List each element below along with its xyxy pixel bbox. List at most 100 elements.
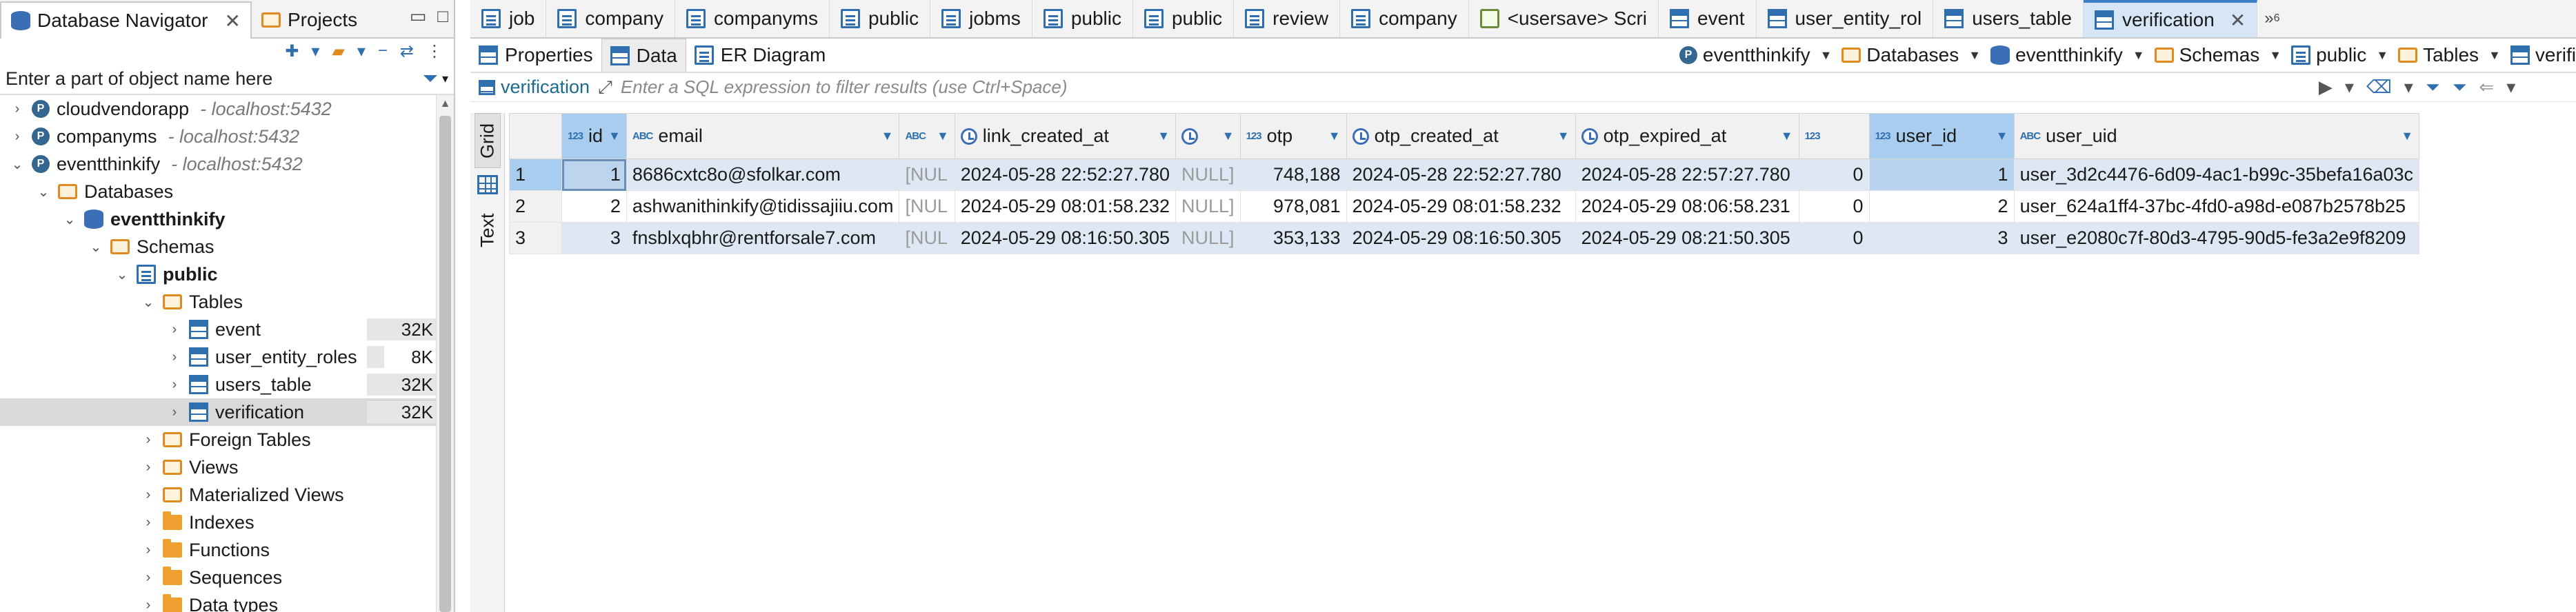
context-item-eventthinkify[interactable]: eventthinkify xyxy=(1990,44,2123,66)
editor-tab-public[interactable]: public xyxy=(830,0,931,37)
sort-dropdown-icon[interactable]: ▼ xyxy=(1557,129,1570,143)
chevron-down-icon[interactable]: ⌄ xyxy=(10,156,25,173)
editor-tab-review[interactable]: review xyxy=(1234,0,1341,37)
table-cell[interactable]: 1 xyxy=(1868,159,2015,191)
tree-node-views[interactable]: › Views xyxy=(0,453,436,481)
editor-tab-jobms[interactable]: jobms xyxy=(930,0,1032,37)
chevron-down-icon[interactable]: ⌄ xyxy=(141,294,156,311)
column-header-otp_expired_at[interactable]: otp_expired_at ▼ xyxy=(1575,113,1799,159)
close-icon[interactable]: ✕ xyxy=(224,10,240,32)
tree-node-eventthinkify[interactable]: ⌄ eventthinkify xyxy=(0,205,436,233)
editor-tab-public[interactable]: public xyxy=(1133,0,1235,37)
editor-tab-company[interactable]: company xyxy=(546,0,675,37)
chevron-right-icon[interactable]: › xyxy=(141,598,156,612)
tree-node-users-table[interactable]: › users_table 32K xyxy=(0,371,436,398)
sort-dropdown-icon[interactable]: ▼ xyxy=(1328,129,1341,143)
tab-data[interactable]: Data xyxy=(601,39,686,72)
table-cell[interactable]: 8686cxtc8o@sfolkar.com xyxy=(626,159,900,191)
table-cell[interactable]: 2024-05-28 22:52:27.780 xyxy=(1346,159,1576,191)
sort-dropdown-icon[interactable]: ▼ xyxy=(2401,129,2413,143)
chevron-right-icon[interactable]: › xyxy=(167,377,182,393)
chevron-down-icon[interactable]: ⌄ xyxy=(88,238,103,256)
dropdown-arrow-icon[interactable]: ▾ xyxy=(357,41,366,61)
table-cell[interactable]: 2 xyxy=(1868,190,2015,223)
column-header-otp_created_at[interactable]: otp_created_at ▼ xyxy=(1346,113,1576,159)
sort-dropdown-icon[interactable]: ▼ xyxy=(1781,129,1793,143)
editor-tab-user-entity-rol[interactable]: user_entity_rol xyxy=(1757,0,1934,37)
chevron-right-icon[interactable]: › xyxy=(167,405,182,420)
editor-tab-verification[interactable]: verification ✕ xyxy=(2083,0,2258,37)
table-cell[interactable]: 353,133 xyxy=(1239,222,1347,254)
table-cell[interactable]: 0 xyxy=(1798,190,1870,223)
sort-dropdown-icon[interactable]: ▼ xyxy=(1157,129,1170,143)
table-row[interactable]: 1 1 8686cxtc8o@sfolkar.com [NUL 2024-05-28 2… xyxy=(509,159,2420,191)
tree-node-public[interactable]: ⌄ public xyxy=(0,261,436,288)
scrollbar-thumb[interactable] xyxy=(439,116,451,612)
column-header-hidden-2[interactable]: ABC ▼ xyxy=(899,113,955,159)
context-item-tables[interactable]: Tables xyxy=(2398,44,2479,66)
chevron-right-icon[interactable]: › xyxy=(141,570,156,586)
new-folder-icon[interactable]: ▰ xyxy=(332,41,344,61)
table-cell[interactable]: 2024-05-29 08:06:58.231 xyxy=(1575,190,1799,223)
table-cell[interactable]: 0 xyxy=(1798,222,1870,254)
chevron-down-icon[interactable]: ▼ xyxy=(1968,48,1981,63)
editor-tab-users-table[interactable]: users_table xyxy=(1933,0,2084,37)
filter-history-icon[interactable]: ▾ xyxy=(2345,76,2354,98)
table-cell[interactable]: 2024-05-28 22:52:27.780 xyxy=(954,159,1177,191)
chevron-right-icon[interactable]: › xyxy=(141,487,156,503)
editor-tab-companyms[interactable]: companyms xyxy=(675,0,830,37)
chevron-right-icon[interactable]: › xyxy=(141,515,156,531)
column-header-hidden-4[interactable]: ▼ xyxy=(1175,113,1241,159)
chevron-down-icon[interactable]: ▾ xyxy=(2506,76,2515,98)
table-cell[interactable]: 2024-05-29 08:01:58.232 xyxy=(954,190,1177,223)
tab-er-diagram[interactable]: ER Diagram xyxy=(686,39,834,72)
row-number[interactable]: 1 xyxy=(509,159,562,191)
table-cell[interactable]: 978,081 xyxy=(1239,190,1347,223)
object-name-filter-input[interactable] xyxy=(6,65,417,92)
chevron-down-icon[interactable]: ▼ xyxy=(2376,48,2388,63)
text-view-tab[interactable]: Text xyxy=(475,196,501,265)
maximize-icon[interactable]: □ xyxy=(437,6,448,27)
chevron-right-icon[interactable]: › xyxy=(10,101,25,117)
column-header-link_created_at[interactable]: link_created_at ▼ xyxy=(954,113,1177,159)
new-connection-icon[interactable]: ✚ xyxy=(285,41,299,61)
table-cell[interactable]: NULL] xyxy=(1175,159,1241,191)
column-header-hidden-8[interactable]: 123 xyxy=(1798,113,1870,159)
table-cell[interactable]: user_624a1ff4-37bc-4fd0-a98d-e087b2578b2… xyxy=(2013,190,2420,223)
tree-node-foreign-tables[interactable]: › Foreign Tables xyxy=(0,426,436,453)
table-cell[interactable]: 2024-05-29 08:01:58.232 xyxy=(1346,190,1576,223)
table-cell[interactable]: ashwanithinkify@tidissajiiu.com xyxy=(626,190,900,223)
column-header-id[interactable]: 123 id ▼ xyxy=(561,113,627,159)
tree-node-materialized-views[interactable]: › Materialized Views xyxy=(0,481,436,509)
chevron-right-icon[interactable]: › xyxy=(141,432,156,448)
tree-node-user-entity-roles[interactable]: › user_entity_roles 8K xyxy=(0,343,436,371)
chevron-down-icon[interactable]: ⌄ xyxy=(62,211,77,228)
more-tabs-button[interactable]: » 6 xyxy=(2257,0,2286,37)
chevron-down-icon[interactable]: ▾ xyxy=(442,72,448,86)
column-header-email[interactable]: ABC email ▼ xyxy=(626,113,900,159)
editor-tab-usersave-scri[interactable]: <usersave> Scri xyxy=(1469,0,1659,37)
grid-icon[interactable] xyxy=(477,175,498,194)
tree-node-event[interactable]: › event 32K xyxy=(0,316,436,343)
tree-node-eventthinkify[interactable]: ⌄ Peventthinkify - localhost:5432 xyxy=(0,150,436,178)
table-cell[interactable]: [NUL xyxy=(899,159,955,191)
tree-node-indexes[interactable]: › Indexes xyxy=(0,509,436,536)
tree-node-cloudvendorapp[interactable]: › Pcloudvendorapp - localhost:5432 xyxy=(0,95,436,123)
close-icon[interactable]: ✕ xyxy=(2230,9,2246,32)
table-cell[interactable]: fnsblxqbhr@rentforsale7.com xyxy=(626,222,900,254)
apply-filter-icon[interactable]: ▶ xyxy=(2319,76,2333,98)
expand-filter-icon[interactable]: ⤢ xyxy=(598,76,612,99)
editor-tab-event[interactable]: event xyxy=(1659,0,1757,37)
minimize-icon[interactable]: ▭ xyxy=(410,6,427,27)
table-cell[interactable]: NULL] xyxy=(1175,222,1241,254)
context-item-verifi[interactable]: verifi xyxy=(2510,44,2576,66)
table-cell[interactable]: [NUL xyxy=(899,222,955,254)
chevron-down-icon[interactable]: ▼ xyxy=(2269,48,2282,63)
chevron-down-icon[interactable]: ▼ xyxy=(2488,48,2501,63)
row-number[interactable]: 2 xyxy=(509,190,562,223)
sort-dropdown-icon[interactable]: ▼ xyxy=(1996,129,2008,143)
tree-node-verification[interactable]: › verification 32K xyxy=(0,398,436,426)
chevron-right-icon[interactable]: › xyxy=(141,542,156,558)
table-cell[interactable]: 2 xyxy=(561,190,627,223)
column-header-user_id[interactable]: 123 user_id ▼ xyxy=(1868,113,2015,159)
